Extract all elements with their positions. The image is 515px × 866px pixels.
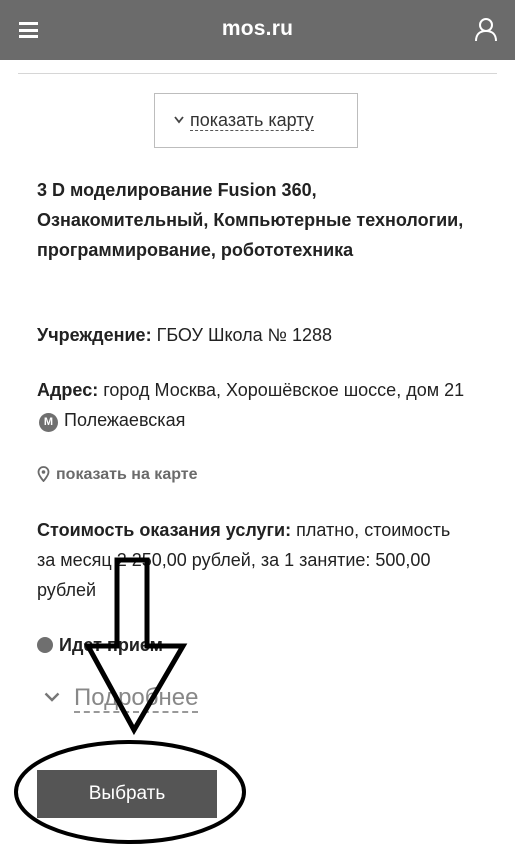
institution-label: Учреждение:	[37, 325, 152, 345]
map-pin-icon	[37, 466, 50, 483]
more-details-label: Подробнее	[74, 684, 199, 713]
metro-station: Полежаевская	[64, 410, 186, 430]
address-value: город Москва, Хорошёвское шоссе, дом 21	[103, 380, 465, 400]
divider	[18, 73, 497, 74]
more-details-toggle[interactable]: Подробнее	[44, 684, 199, 713]
institution-line: Учреждение: ГБОУ Школа № 1288	[37, 320, 467, 350]
show-on-map-link[interactable]: показать на карте	[37, 466, 198, 484]
show-map-label: показать карту	[190, 110, 314, 131]
status-badge: Идет прием	[37, 633, 163, 657]
cost-label: Стоимость оказания услуги:	[37, 520, 292, 540]
course-title: 3 D моделирование Fusion 360, Ознакомите…	[37, 180, 464, 260]
show-on-map-label: показать на карте	[56, 466, 198, 483]
status-dot-icon	[37, 637, 53, 653]
chevron-down-icon	[174, 116, 184, 124]
site-logo[interactable]: mos.ru	[0, 17, 515, 41]
page: mos.ru показать карту 3 D моделирование …	[0, 0, 515, 866]
show-map-button[interactable]: показать карту	[154, 93, 358, 148]
select-button[interactable]: Выбрать	[37, 770, 217, 818]
user-icon[interactable]	[475, 18, 497, 42]
cost-line: Стоимость оказания услуги: платно, стоим…	[37, 515, 467, 605]
address-line: Адрес: город Москва, Хорошёвское шоссе, …	[37, 375, 467, 435]
address-label: Адрес:	[37, 380, 99, 400]
metro-icon: М	[39, 413, 58, 432]
institution-value: ГБОУ Школа № 1288	[156, 325, 333, 345]
chevron-down-icon	[44, 692, 60, 702]
status-label: Идет прием	[59, 635, 163, 655]
top-bar: mos.ru	[0, 0, 515, 60]
